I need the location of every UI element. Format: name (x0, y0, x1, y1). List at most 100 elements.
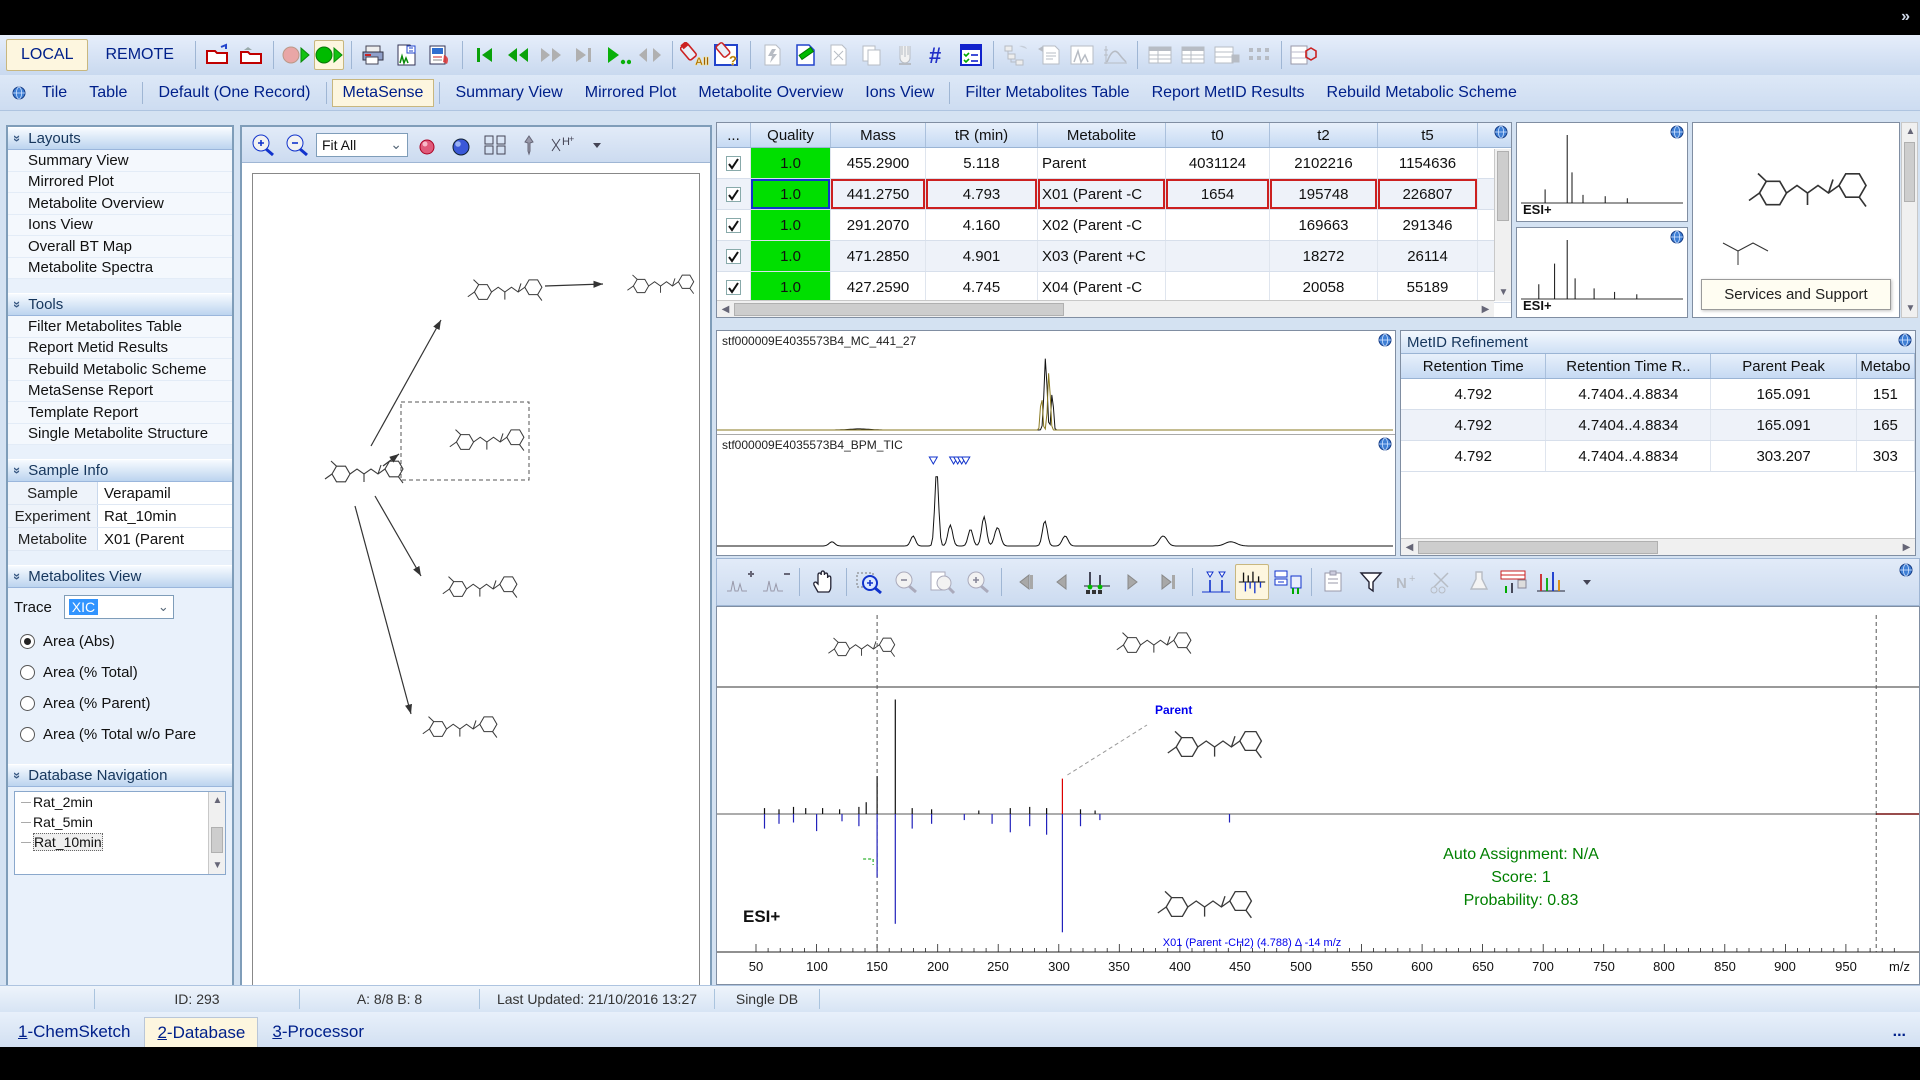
row-check-cell[interactable] (717, 179, 751, 209)
scroll-right-icon[interactable]: ▶ (1898, 539, 1915, 556)
structure-search-icon[interactable] (1289, 40, 1319, 70)
metid-cell[interactable]: 165 (1857, 410, 1915, 440)
scroll-right-icon[interactable]: ▶ (1477, 301, 1494, 318)
tab-2-database[interactable]: 2-Database (144, 1017, 258, 1047)
radio-button[interactable] (20, 634, 35, 649)
scheme-zoom-out-icon[interactable] (282, 130, 312, 160)
switch-record-icon[interactable] (635, 40, 665, 70)
menu-item-rebuild-metabolic-scheme[interactable]: Rebuild Metabolic Scheme (1317, 80, 1527, 106)
database-list-scrollbar[interactable]: ▲▼ (208, 792, 225, 874)
t0-cell[interactable] (1166, 241, 1270, 271)
metabolite-cell[interactable]: X03 (Parent +C (1038, 241, 1166, 271)
metid-column-3[interactable]: Metabo (1857, 354, 1915, 378)
row-check-cell[interactable] (717, 210, 751, 240)
peaks-frame-icon[interactable] (1067, 40, 1097, 70)
table-append-icon[interactable] (1211, 40, 1241, 70)
metid-cell[interactable]: 4.792 (1401, 379, 1546, 409)
column-header-t5[interactable]: t5 (1378, 123, 1478, 147)
doc-tags-icon[interactable] (1034, 40, 1064, 70)
edit-locked-icon[interactable] (758, 40, 788, 70)
mirror-view-icon[interactable] (1235, 564, 1269, 600)
menu-item-metabolite-overview[interactable]: Metabolite Overview (688, 80, 853, 106)
remote-button[interactable]: REMOTE (91, 39, 187, 71)
scheme-tree-icon[interactable] (1001, 40, 1031, 70)
last-record-icon[interactable] (569, 40, 599, 70)
table-horizontal-scrollbar[interactable]: ◀▶ (717, 300, 1494, 317)
previous-records-icon[interactable] (503, 40, 533, 70)
section-header-layouts[interactable]: »Layouts (8, 127, 232, 150)
scroll-down-icon[interactable]: ▼ (209, 857, 226, 874)
row-checkbox[interactable] (726, 280, 741, 295)
database-item-rat_2min[interactable]: Rat_2min (15, 792, 225, 812)
sidebar-item-single-metabolite-structure[interactable]: Single Metabolite Structure (8, 424, 232, 446)
zoom-full-icon[interactable] (925, 564, 959, 600)
print-icon[interactable] (359, 40, 389, 70)
sidebar-item-template-report[interactable]: Template Report (8, 402, 232, 424)
metid-cell[interactable]: 303.207 (1711, 441, 1856, 471)
quality-cell[interactable]: 1.0 (751, 179, 831, 209)
process-record-icon[interactable] (281, 40, 311, 70)
column-header-t2[interactable]: t2 (1270, 123, 1378, 147)
pin-icon[interactable] (514, 130, 544, 160)
t5-cell[interactable]: 1154636 (1378, 148, 1478, 178)
menu-item-filter-metabolites-table[interactable]: Filter Metabolites Table (955, 80, 1139, 106)
column-header-trmin[interactable]: tR (min) (926, 123, 1038, 147)
collapse-chevron-icon[interactable]: » (10, 135, 25, 142)
metid-cell[interactable]: 4.7404..4.8834 (1546, 441, 1711, 471)
report-peaks-icon[interactable] (392, 40, 422, 70)
tr-cell[interactable]: 4.745 (926, 272, 1038, 302)
metid-column-1[interactable]: Retention Time R.. (1546, 354, 1711, 378)
sidebar-item-report-metid-results[interactable]: Report Metid Results (8, 338, 232, 360)
section-header-database-navigation[interactable]: »Database Navigation (8, 764, 232, 787)
t0-cell[interactable]: 4031124 (1166, 148, 1270, 178)
column-header-quality[interactable]: Quality (751, 123, 831, 147)
sidebar-item-overall-bt-map[interactable]: Overall BT Map (8, 236, 232, 258)
metid-column-0[interactable]: Retention Time (1401, 354, 1546, 378)
t0-cell[interactable]: 1654 (1166, 179, 1270, 209)
sidebar-item-ions-view[interactable]: Ions View (8, 215, 232, 237)
first-spectrum-icon[interactable] (1008, 564, 1042, 600)
peaks-options-icon[interactable] (1570, 564, 1604, 600)
section-header-metabolites-view[interactable]: »Metabolites View (8, 565, 232, 588)
scroll-left-icon[interactable]: ◀ (717, 301, 734, 318)
open-database-icon[interactable] (203, 40, 233, 70)
next-spectrum-icon[interactable] (1116, 564, 1150, 600)
report-pdf-icon[interactable] (425, 40, 455, 70)
scroll-thumb[interactable] (211, 827, 223, 853)
close-database-icon[interactable] (236, 40, 266, 70)
t5-cell[interactable]: 55189 (1378, 272, 1478, 302)
show-markers-icon[interactable] (1199, 564, 1233, 600)
table-row[interactable]: 1.0455.29005.118Parent403112421022161154… (717, 148, 1511, 179)
pan-hand-icon[interactable] (806, 564, 840, 600)
row-checkbox[interactable] (726, 187, 741, 202)
section-header-sample-info[interactable]: »Sample Info (8, 459, 232, 482)
t2-cell[interactable]: 169663 (1270, 210, 1378, 240)
red-ball-icon[interactable] (412, 130, 442, 160)
column-header-mass[interactable]: Mass (831, 123, 926, 147)
t2-cell[interactable]: 2102216 (1270, 148, 1378, 178)
t5-cell[interactable]: 26114 (1378, 241, 1478, 271)
table-row[interactable]: 1.0291.20704.160X02 (Parent -C1696632913… (717, 210, 1511, 241)
mass-cell[interactable]: 455.2900 (831, 148, 926, 178)
row-checkbox[interactable] (726, 218, 741, 233)
collapse-chevron-icon[interactable]: » (10, 772, 25, 779)
tr-cell[interactable]: 5.118 (926, 148, 1038, 178)
mirror-spectrum-plot[interactable] (717, 607, 1919, 984)
tab-3-processor[interactable]: 3-Processor (260, 1017, 376, 1047)
blue-ball-icon[interactable] (446, 130, 476, 160)
scroll-up-icon[interactable]: ▲ (209, 792, 226, 809)
table-globe-icon[interactable] (1494, 125, 1508, 139)
collapse-chevron-icon[interactable]: » (10, 467, 25, 474)
menu-item-ions-view[interactable]: Ions View (855, 80, 944, 106)
tabs-more-button[interactable]: ... (1893, 1023, 1906, 1041)
scroll-down-icon[interactable]: ▼ (1902, 300, 1919, 317)
zoom-out-icon[interactable] (889, 564, 923, 600)
t5-cell[interactable]: 291346 (1378, 210, 1478, 240)
spectrum-toolbar-globe-icon[interactable] (1899, 563, 1913, 577)
fit-all-select[interactable]: Fit All⌄ (316, 133, 408, 157)
spectrum-thumbnail-2[interactable]: ESI+ (1516, 227, 1688, 318)
table-row[interactable]: 1.0427.25904.745X04 (Parent -C2005855189 (717, 272, 1511, 303)
metabolite-cell[interactable]: X01 (Parent -C (1038, 179, 1166, 209)
column-header-[interactable]: ... (717, 123, 751, 147)
sidebar-item-filter-metabolites-table[interactable]: Filter Metabolites Table (8, 316, 232, 338)
